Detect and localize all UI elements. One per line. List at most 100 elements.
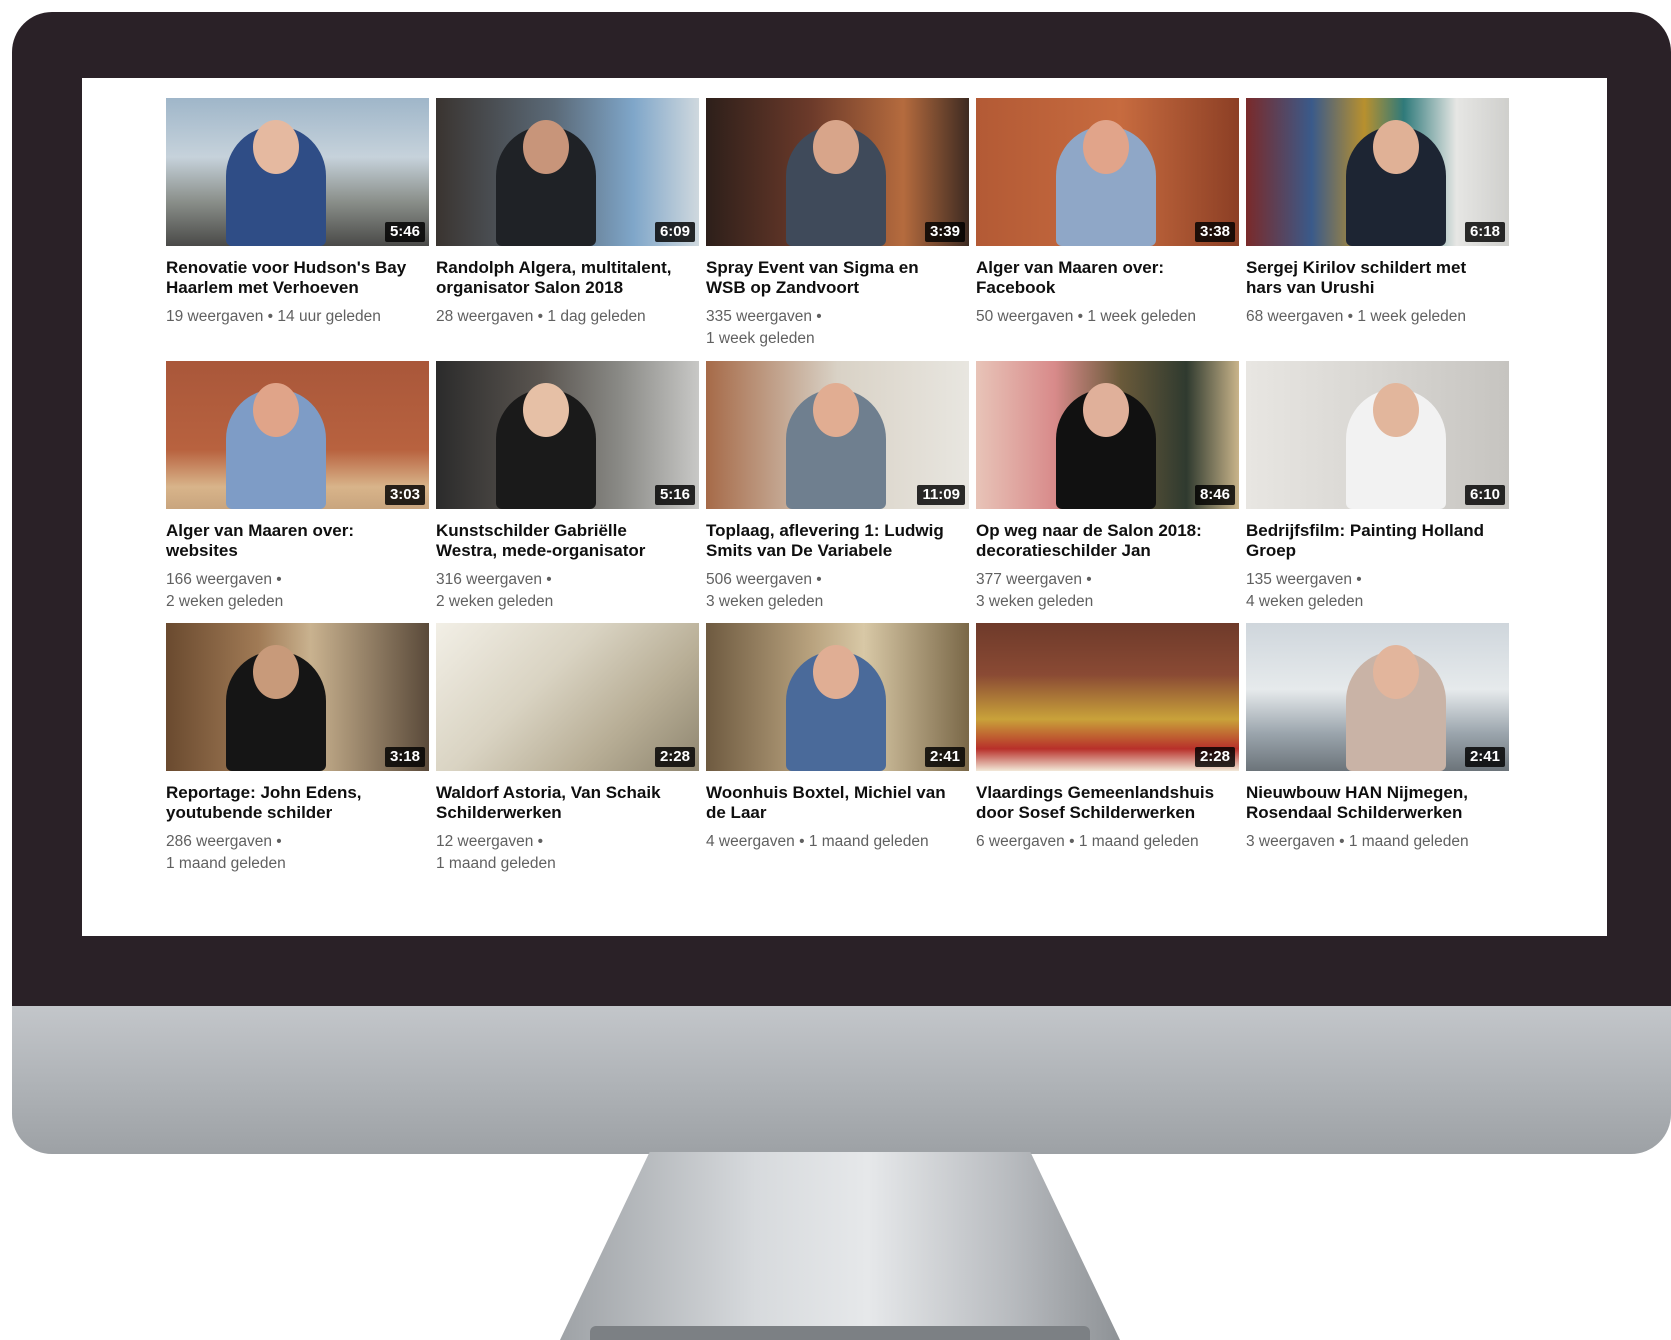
video-duration: 11:09 xyxy=(917,485,965,505)
video-duration: 3:18 xyxy=(384,747,425,767)
video-thumbnail[interactable]: 2:28 xyxy=(436,623,699,771)
video-views: 6 weergaven xyxy=(976,833,1079,850)
video-age: 3 weken geleden xyxy=(706,593,824,610)
video-card[interactable]: 11:09 Toplaag, aflevering 1: Ludwig Smit… xyxy=(706,361,969,623)
video-title[interactable]: Reportage: John Edens, youtubende schild… xyxy=(166,783,421,823)
video-views: 3 weergaven xyxy=(1246,833,1349,850)
video-meta: 19 weergaven 14 uur geleden xyxy=(166,306,421,328)
video-thumbnail[interactable]: 2:41 xyxy=(706,623,969,771)
video-title[interactable]: Vlaardings Gemeenlandshuis door Sosef Sc… xyxy=(976,783,1231,823)
video-duration: 6:10 xyxy=(1464,485,1505,505)
video-card[interactable]: 2:28 Waldorf Astoria, Van Schaik Schilde… xyxy=(436,623,699,883)
video-age: 1 dag geleden xyxy=(547,308,646,325)
video-age: 4 weken geleden xyxy=(1246,593,1364,610)
video-meta: 377 weergaven 3 weken geleden xyxy=(976,569,1231,613)
video-duration: 5:46 xyxy=(384,222,425,242)
video-card[interactable]: 2:41 Woonhuis Boxtel, Michiel van de Laa… xyxy=(706,623,969,883)
video-meta: 4 weergaven 1 maand geleden xyxy=(706,831,961,853)
video-duration: 2:28 xyxy=(654,747,695,767)
video-thumbnail[interactable]: 2:41 xyxy=(1246,623,1509,771)
video-age: 1 maand geleden xyxy=(1348,833,1469,850)
video-views: 377 weergaven xyxy=(976,571,1092,588)
video-title[interactable]: Toplaag, aflevering 1: Ludwig Smits van … xyxy=(706,521,961,561)
video-age: 1 week geleden xyxy=(1357,308,1467,325)
video-views: 286 weergaven xyxy=(166,833,282,850)
video-meta: 28 weergaven 1 dag geleden xyxy=(436,306,691,328)
monitor-stand-base xyxy=(590,1326,1090,1340)
video-views: 135 weergaven xyxy=(1246,571,1362,588)
video-title[interactable]: Waldorf Astoria, Van Schaik Schilderwerk… xyxy=(436,783,691,823)
video-age: 2 weken geleden xyxy=(166,593,284,610)
video-views: 4 weergaven xyxy=(706,833,809,850)
video-thumbnail[interactable]: 8:46 xyxy=(976,361,1239,509)
thumbnail-person-head xyxy=(523,120,569,174)
video-thumbnail[interactable]: 5:46 xyxy=(166,98,429,246)
video-card[interactable]: 3:03 Alger van Maaren over: websites 166… xyxy=(166,361,429,623)
video-thumbnail[interactable]: 11:09 xyxy=(706,361,969,509)
video-age: 1 maand geleden xyxy=(166,855,286,872)
video-card[interactable]: 6:18 Sergej Kirilov schildert met hars v… xyxy=(1246,98,1509,361)
video-thumbnail[interactable]: 2:28 xyxy=(976,623,1239,771)
video-meta: 316 weergaven 2 weken geleden xyxy=(436,569,691,613)
video-duration: 3:38 xyxy=(1194,222,1235,242)
video-duration: 8:46 xyxy=(1194,485,1235,505)
video-meta: 50 weergaven 1 week geleden xyxy=(976,306,1231,328)
video-thumbnail[interactable]: 3:18 xyxy=(166,623,429,771)
video-age: 14 uur geleden xyxy=(277,308,381,325)
video-thumbnail[interactable]: 3:39 xyxy=(706,98,969,246)
video-title[interactable]: Bedrijfsfilm: Painting Holland Groep xyxy=(1246,521,1501,561)
video-title[interactable]: Nieuwbouw HAN Nijmegen, Rosendaal Schild… xyxy=(1246,783,1501,823)
video-title[interactable]: Alger van Maaren over: Facebook xyxy=(976,258,1231,298)
video-meta: 166 weergaven 2 weken geleden xyxy=(166,569,421,613)
video-title[interactable]: Spray Event van Sigma en WSB op Zandvoor… xyxy=(706,258,961,298)
video-card[interactable]: 3:39 Spray Event van Sigma en WSB op Zan… xyxy=(706,98,969,361)
video-card[interactable]: 6:10 Bedrijfsfilm: Painting Holland Groe… xyxy=(1246,361,1509,623)
video-card[interactable]: 3:18 Reportage: John Edens, youtubende s… xyxy=(166,623,429,883)
video-thumbnail[interactable]: 5:16 xyxy=(436,361,699,509)
thumbnail-person-head xyxy=(1083,383,1129,437)
video-card[interactable]: 2:41 Nieuwbouw HAN Nijmegen, Rosendaal S… xyxy=(1246,623,1509,883)
video-card[interactable]: 2:28 Vlaardings Gemeenlandshuis door Sos… xyxy=(976,623,1239,883)
thumbnail-person-head xyxy=(813,383,859,437)
video-title[interactable]: Kunstschilder Gabriëlle Westra, mede-org… xyxy=(436,521,691,561)
video-duration: 2:41 xyxy=(924,747,965,767)
video-views: 50 weergaven xyxy=(976,308,1087,325)
thumbnail-person-head xyxy=(1373,120,1419,174)
video-meta: 335 weergaven 1 week geleden xyxy=(706,306,961,350)
video-thumbnail[interactable]: 3:03 xyxy=(166,361,429,509)
thumbnail-person-head xyxy=(253,120,299,174)
video-thumbnail[interactable]: 6:09 xyxy=(436,98,699,246)
video-title[interactable]: Woonhuis Boxtel, Michiel van de Laar xyxy=(706,783,961,823)
video-title[interactable]: Alger van Maaren over: websites xyxy=(166,521,421,561)
video-card[interactable]: 6:09 Randolph Algera, multitalent, organ… xyxy=(436,98,699,361)
video-thumbnail[interactable]: 3:38 xyxy=(976,98,1239,246)
video-views: 335 weergaven xyxy=(706,308,822,325)
thumbnail-person-head xyxy=(253,383,299,437)
video-views: 28 weergaven xyxy=(436,308,547,325)
thumbnail-person-head xyxy=(813,120,859,174)
video-title[interactable]: Sergej Kirilov schildert met hars van Ur… xyxy=(1246,258,1501,298)
video-title[interactable]: Randolph Algera, multitalent, organisato… xyxy=(436,258,691,298)
video-card[interactable]: 5:46 Renovatie voor Hudson's Bay Haarlem… xyxy=(166,98,429,361)
video-title[interactable]: Renovatie voor Hudson's Bay Haarlem met … xyxy=(166,258,421,298)
video-duration: 6:18 xyxy=(1464,222,1505,242)
video-card[interactable]: 8:46 Op weg naar de Salon 2018: decorati… xyxy=(976,361,1239,623)
video-views: 19 weergaven xyxy=(166,308,277,325)
video-meta: 135 weergaven 4 weken geleden xyxy=(1246,569,1501,613)
thumbnail-person-head xyxy=(1083,120,1129,174)
thumbnail-person-head xyxy=(813,645,859,699)
video-meta: 3 weergaven 1 maand geleden xyxy=(1246,831,1501,853)
video-card[interactable]: 5:16 Kunstschilder Gabriëlle Westra, med… xyxy=(436,361,699,623)
video-duration: 2:41 xyxy=(1464,747,1505,767)
video-age: 1 week geleden xyxy=(706,330,815,347)
video-card[interactable]: 3:38 Alger van Maaren over: Facebook 50 … xyxy=(976,98,1239,361)
video-duration: 3:39 xyxy=(924,222,965,242)
video-age: 1 maand geleden xyxy=(808,833,929,850)
video-duration: 2:28 xyxy=(1194,747,1235,767)
thumbnail-person-head xyxy=(1373,645,1419,699)
video-meta: 506 weergaven 3 weken geleden xyxy=(706,569,961,613)
video-thumbnail[interactable]: 6:18 xyxy=(1246,98,1509,246)
video-meta: 286 weergaven 1 maand geleden xyxy=(166,831,421,875)
video-thumbnail[interactable]: 6:10 xyxy=(1246,361,1509,509)
video-title[interactable]: Op weg naar de Salon 2018: decoratieschi… xyxy=(976,521,1231,561)
